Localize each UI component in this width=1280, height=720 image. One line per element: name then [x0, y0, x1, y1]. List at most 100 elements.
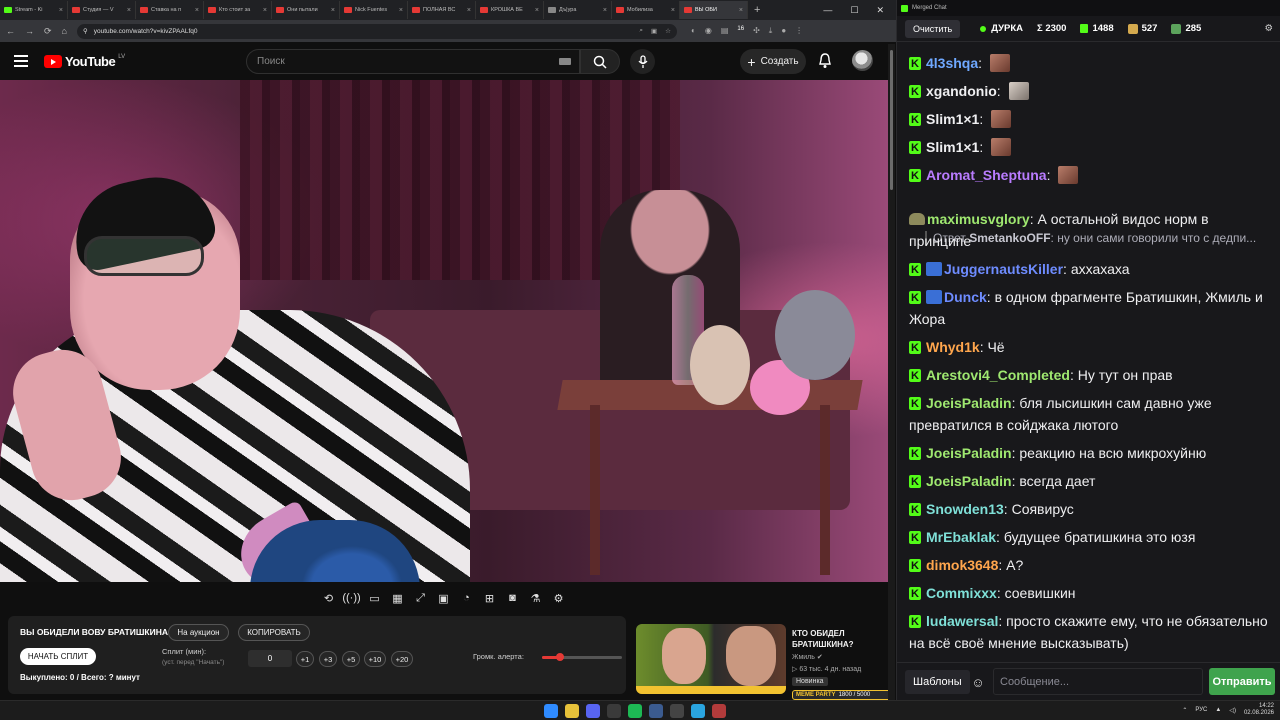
- chat-username[interactable]: dimok3648: [926, 557, 998, 573]
- recommended-thumbnail[interactable]: [636, 624, 786, 694]
- profile-icon[interactable]: ●: [781, 26, 786, 36]
- zoom-icon[interactable]: ⌕: [639, 27, 643, 35]
- browser-tab[interactable]: Nick Fuentes ×: [340, 1, 408, 19]
- address-bar[interactable]: ⚲ youtube.com/watch?v=kivZPAALfq0 ⌕ ▣ ☆: [76, 23, 677, 39]
- browser-tab[interactable]: ВЫ ОБИ ×: [680, 1, 748, 19]
- telegram-icon[interactable]: [691, 704, 705, 718]
- chat-settings-gear-icon[interactable]: ⚙: [1264, 23, 1273, 34]
- start-windows-icon[interactable]: [544, 704, 558, 718]
- language-indicator[interactable]: РУС: [1195, 707, 1207, 713]
- extension-badge[interactable]: 16: [737, 26, 744, 36]
- tab-close-icon[interactable]: ×: [399, 7, 403, 14]
- alert-volume-slider[interactable]: [542, 653, 622, 661]
- emoji-icon[interactable]: ☺: [967, 670, 989, 694]
- app-icon[interactable]: [712, 704, 726, 718]
- close-window-button[interactable]: ✕: [876, 5, 884, 16]
- clock[interactable]: 14:22 02.08.2026: [1244, 703, 1274, 717]
- notifications-bell-icon[interactable]: [818, 53, 832, 74]
- recommended-video[interactable]: КТО ОБИДЕЛ БРАТИШКИНА? Жмиль ✔ ▷ 63 тыс.…: [636, 624, 888, 696]
- reload-button[interactable]: ⟳: [44, 26, 52, 37]
- loop-icon[interactable]: ⟲: [320, 590, 337, 607]
- pip-icon[interactable]: ▣: [435, 590, 452, 607]
- chat-username[interactable]: 4l3shqa: [926, 55, 978, 71]
- browser-tab[interactable]: Студия — V ×: [68, 1, 136, 19]
- extension-icon[interactable]: ◐: [691, 26, 696, 36]
- increment-button[interactable]: +5: [342, 651, 360, 667]
- tab-close-icon[interactable]: ×: [331, 7, 335, 14]
- chat-username[interactable]: maximusvglory: [927, 211, 1030, 227]
- menu-kebab-icon[interactable]: ⋮: [795, 26, 803, 36]
- volume-icon[interactable]: ◁): [1229, 707, 1236, 714]
- broadcast-icon[interactable]: ((·)): [342, 590, 360, 607]
- start-split-button[interactable]: НАЧАТЬ СПЛИТ: [20, 648, 96, 665]
- send-button[interactable]: Отправить: [1209, 668, 1275, 695]
- browser-tab[interactable]: Кто стоит за ×: [204, 1, 272, 19]
- video-player[interactable]: [0, 80, 888, 582]
- templates-button[interactable]: Шаблоны: [905, 670, 970, 694]
- chat-username[interactable]: Slim1×1: [926, 111, 979, 127]
- network-icon[interactable]: ▲: [1215, 707, 1221, 713]
- add-icon[interactable]: ⊞: [481, 590, 498, 607]
- clapper-icon[interactable]: ▦: [389, 590, 406, 607]
- meme-party-widget[interactable]: MEME PARTY 1800 / 5000: [792, 690, 894, 700]
- site-info-icon[interactable]: ⚲: [83, 27, 88, 35]
- tab-close-icon[interactable]: ×: [263, 7, 267, 14]
- tab-close-icon[interactable]: ×: [671, 7, 675, 14]
- tab-close-icon[interactable]: ×: [127, 7, 131, 14]
- chat-username[interactable]: Snowden13: [926, 501, 1004, 517]
- youtube-logo[interactable]: YouTube LV: [44, 54, 125, 69]
- account-avatar[interactable]: [852, 50, 873, 71]
- split-minutes-input[interactable]: 0: [248, 650, 292, 667]
- browser-tab[interactable]: Дъ|ура ×: [544, 1, 612, 19]
- speed-icon[interactable]: ◔: [458, 590, 475, 607]
- forward-button[interactable]: →: [25, 26, 34, 36]
- chat-username[interactable]: ludawersal: [926, 613, 998, 629]
- steam-icon[interactable]: [649, 704, 663, 718]
- bookmark-star-icon[interactable]: ☆: [665, 27, 671, 35]
- clear-chat-button[interactable]: Очистить: [905, 19, 961, 38]
- voice-search-button[interactable]: [630, 49, 655, 74]
- camera-icon[interactable]: ◙: [504, 590, 521, 607]
- chat-username[interactable]: Arestovi4_Completed: [926, 367, 1070, 383]
- browser-tab[interactable]: Stream - Ki ×: [0, 1, 68, 19]
- tab-close-icon[interactable]: ×: [195, 7, 199, 14]
- screen-icon[interactable]: ▭: [366, 590, 383, 607]
- home-icon[interactable]: ⌂: [62, 26, 67, 36]
- tab-close-icon[interactable]: ×: [603, 7, 607, 14]
- chat-message-list[interactable]: Ответ SmetankoOFF: ну они сами говорили …: [897, 44, 1280, 662]
- minimize-button[interactable]: —: [823, 5, 832, 16]
- download-icon[interactable]: ⤓: [769, 26, 773, 36]
- chat-username[interactable]: MrEbaklak: [926, 529, 996, 545]
- resize-icon[interactable]: ⤢: [412, 590, 429, 607]
- browser-tab[interactable]: Они пытали ×: [272, 1, 340, 19]
- chat-username[interactable]: JuggernautsKiller: [944, 261, 1063, 277]
- chat-username[interactable]: JoeisPaladin: [926, 395, 1012, 411]
- back-button[interactable]: ←: [6, 26, 15, 36]
- menu-icon[interactable]: [14, 55, 28, 70]
- spotify-icon[interactable]: [628, 704, 642, 718]
- chat-username[interactable]: Slim1×1: [926, 139, 979, 155]
- translate-icon[interactable]: ▣: [651, 27, 657, 35]
- app-icon[interactable]: [607, 704, 621, 718]
- browser-tab[interactable]: ПОЛНАЯ ВС ×: [408, 1, 476, 19]
- tray-chevron-icon[interactable]: ⌃: [1182, 707, 1187, 714]
- discord-icon[interactable]: [586, 704, 600, 718]
- tab-close-icon[interactable]: ×: [739, 7, 743, 14]
- recommended-title[interactable]: КТО ОБИДЕЛ БРАТИШКИНА?: [792, 628, 888, 650]
- chat-username[interactable]: Dunck: [944, 289, 987, 305]
- copy-button[interactable]: КОПИРОВАТЬ: [238, 624, 310, 641]
- tab-close-icon[interactable]: ×: [467, 7, 471, 14]
- chat-username[interactable]: Aromat_Sheptuna: [926, 167, 1047, 183]
- auction-button[interactable]: На аукцион: [168, 624, 229, 641]
- extension-icon[interactable]: ▤: [721, 26, 729, 36]
- chat-username[interactable]: JoeisPaladin: [926, 445, 1012, 461]
- increment-button[interactable]: +20: [391, 651, 413, 667]
- chat-username[interactable]: Commixxx: [926, 585, 997, 601]
- create-button[interactable]: + Создать: [740, 49, 806, 74]
- tab-close-icon[interactable]: ×: [59, 7, 63, 14]
- tab-close-icon[interactable]: ×: [535, 7, 539, 14]
- chrome-icon[interactable]: [565, 704, 579, 718]
- app-icon[interactable]: [670, 704, 684, 718]
- browser-tab[interactable]: КРОШКА ВЕ ×: [476, 1, 544, 19]
- flask-icon[interactable]: ⚗: [527, 590, 544, 607]
